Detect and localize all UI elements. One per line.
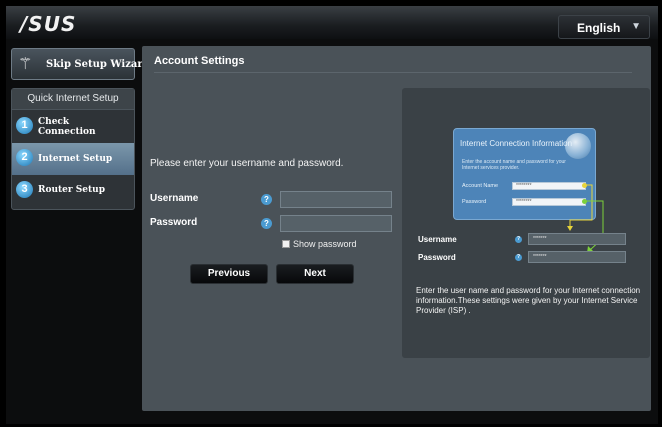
skip-setup-wizard-button[interactable]: ⚚ Skip Setup Wizard	[11, 48, 150, 80]
help-icon: ?	[515, 236, 522, 243]
mini-password-field: *******	[528, 251, 626, 263]
step-label: Internet Setup	[38, 154, 113, 164]
step-number-icon: 3	[16, 181, 33, 198]
page-title: Account Settings	[154, 55, 245, 67]
help-illustration: Internet Connection Information Enter th…	[402, 88, 650, 358]
asus-logo: /SUS	[20, 12, 77, 36]
help-icon[interactable]: ?	[261, 218, 272, 229]
magic-wand-icon: ⚚	[18, 56, 33, 73]
previous-button[interactable]: Previous	[190, 264, 268, 284]
checkbox[interactable]	[282, 240, 290, 248]
step-number-icon: 2	[16, 149, 33, 166]
help-icon: ?	[515, 254, 522, 261]
arrows-graphic	[567, 184, 604, 253]
instruction-text: Please enter your username and password.	[150, 158, 344, 169]
skip-setup-label: Skip Setup Wizard	[46, 59, 150, 70]
step-label: Check Connection	[38, 117, 96, 137]
header: /SUS English ▼	[6, 6, 658, 39]
mini-password-label: Password	[418, 253, 456, 262]
steps-title: Quick Internet Setup	[12, 89, 134, 110]
step-internet-setup[interactable]: 2 Internet Setup	[12, 143, 134, 175]
mini-username-label: Username	[418, 235, 457, 244]
account-settings-panel: Account Settings Please enter your usern…	[142, 46, 651, 411]
username-input[interactable]	[280, 191, 392, 208]
help-icon[interactable]: ?	[261, 194, 272, 205]
step-label: Router Setup	[38, 185, 106, 195]
step-number-icon: 1	[16, 117, 33, 134]
password-input[interactable]	[280, 215, 392, 232]
chevron-down-icon: ▼	[631, 21, 641, 32]
step-router-setup[interactable]: 3 Router Setup	[12, 175, 134, 207]
isp-note: Enter the user name and password for you…	[416, 286, 641, 315]
step-check-connection[interactable]: 1 Check Connection	[12, 111, 134, 143]
language-label: English	[577, 21, 621, 35]
show-password-toggle[interactable]: Show password	[282, 239, 357, 249]
divider	[154, 72, 632, 73]
next-button[interactable]: Next	[276, 264, 354, 284]
language-select[interactable]: English ▼	[558, 15, 650, 39]
setup-steps: Quick Internet Setup 1 Check Connection 2…	[11, 88, 135, 210]
show-password-label: Show password	[293, 239, 357, 249]
password-label: Password	[150, 217, 198, 228]
username-label: Username	[150, 193, 199, 204]
mini-username-field: *******	[528, 233, 626, 245]
